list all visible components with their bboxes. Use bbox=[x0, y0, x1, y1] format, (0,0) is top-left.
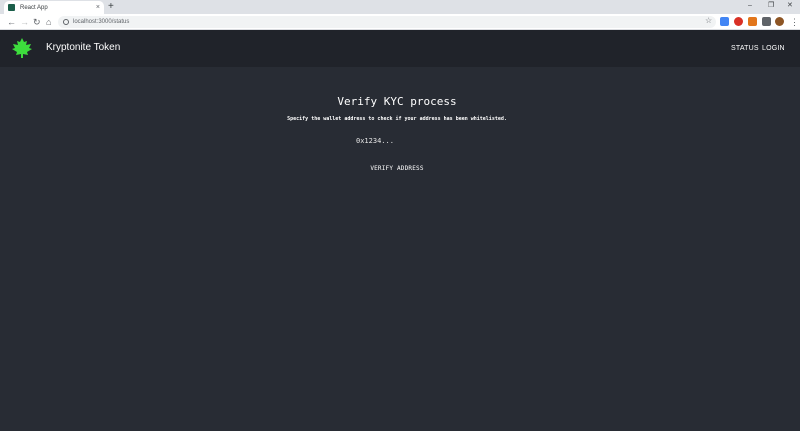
tab-title: React App bbox=[20, 4, 48, 11]
react-favicon-icon bbox=[8, 4, 15, 11]
main-content: Verify KYC process Specify the wallet ad… bbox=[0, 67, 800, 431]
nav-link-login[interactable]: LOGIN bbox=[762, 44, 785, 53]
metamask-extension-icon[interactable] bbox=[748, 17, 757, 26]
minimize-window-button[interactable]: – bbox=[748, 1, 752, 11]
browser-toolbar: ← → ↻ ⌂ localhost:3000/status ☆ ⋮ bbox=[0, 14, 800, 30]
browser-tab-strip: React App × + – ❐ ✕ bbox=[0, 0, 800, 14]
restore-window-button[interactable]: ❐ bbox=[768, 1, 774, 11]
maple-leaf-logo-icon[interactable] bbox=[11, 37, 33, 59]
page-title: Verify KYC process bbox=[337, 95, 457, 108]
home-button[interactable]: ⌂ bbox=[46, 16, 51, 28]
site-info-icon[interactable] bbox=[63, 19, 69, 25]
app-header: Kryptonite Token STATUS LOGIN bbox=[0, 30, 800, 67]
close-window-button[interactable]: ✕ bbox=[787, 1, 793, 11]
brand-title[interactable]: Kryptonite Token bbox=[46, 42, 120, 54]
back-button[interactable]: ← bbox=[7, 16, 16, 28]
reload-button[interactable]: ↻ bbox=[33, 16, 41, 28]
adblock-extension-icon[interactable] bbox=[734, 17, 743, 26]
address-bar[interactable]: localhost:3000/status bbox=[58, 16, 716, 28]
browser-menu-icon[interactable]: ⋮ bbox=[790, 16, 799, 28]
nav-link-status[interactable]: STATUS bbox=[731, 44, 759, 53]
tab-close-icon[interactable]: × bbox=[96, 4, 100, 11]
bookmark-star-icon[interactable]: ☆ bbox=[705, 16, 712, 26]
new-tab-button[interactable]: + bbox=[108, 1, 114, 13]
url-text: localhost:3000/status bbox=[73, 19, 130, 25]
browser-tab[interactable]: React App × bbox=[4, 1, 104, 14]
wallet-address-input[interactable] bbox=[354, 134, 446, 147]
extensions-puzzle-icon[interactable] bbox=[762, 17, 771, 26]
page-subtitle: Specify the wallet address to check if y… bbox=[287, 116, 507, 122]
forward-button[interactable]: → bbox=[20, 16, 29, 28]
translate-extension-icon[interactable] bbox=[720, 17, 729, 26]
profile-avatar[interactable] bbox=[775, 17, 784, 26]
verify-address-button[interactable]: VERIFY ADDRESS bbox=[368, 162, 426, 174]
